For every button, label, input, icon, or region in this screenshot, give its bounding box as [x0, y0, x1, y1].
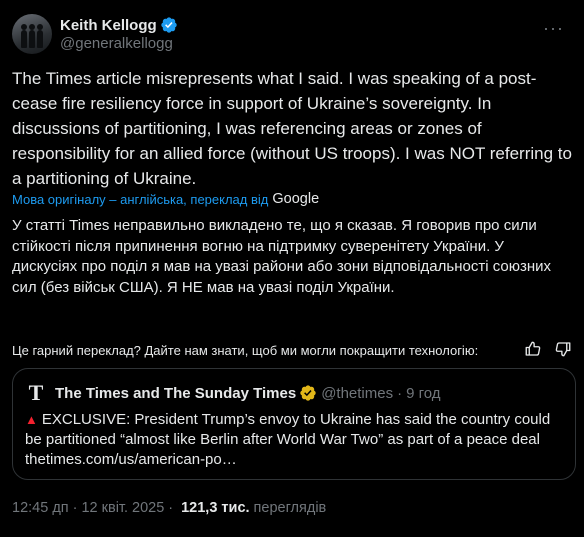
- verified-org-badge-icon: [300, 385, 316, 401]
- translated-text: У статті Times неправильно викладено те,…: [12, 217, 551, 296]
- translation-feedback: Це гарний переклад? Дайте нам знати, щоб…: [12, 341, 572, 359]
- quoted-tweet-text: ▲ EXCLUSIVE: President Trump’s envoy to U…: [25, 410, 565, 470]
- feedback-prompt: Це гарний переклад? Дайте нам знати, щоб…: [12, 342, 479, 358]
- quoted-tweet-header: T The Times and The Sunday Times @thetim…: [25, 380, 441, 405]
- tweet-text: The Times article misrepresents what I s…: [12, 69, 572, 188]
- separator-dot: ·: [397, 384, 403, 402]
- tweet-meta: 12:45 дп · 12 квіт. 2025 · 121,3 тис. пе…: [12, 500, 326, 516]
- more-horizontal-icon[interactable]: ···: [543, 18, 564, 39]
- verified-badge-icon: [160, 17, 177, 33]
- google-logo: Google: [272, 191, 320, 207]
- tweet-time[interactable]: 12:45 дп: [12, 500, 69, 516]
- avatar[interactable]: [12, 14, 52, 54]
- quoted-tweet-time[interactable]: 9 год: [406, 385, 440, 402]
- red-triangle-icon: ▲: [25, 412, 38, 427]
- author-display-name[interactable]: Keith Kellogg: [60, 17, 157, 34]
- the-times-logo-icon: T: [28, 380, 44, 405]
- quoted-tweet[interactable]: T The Times and The Sunday Times @thetim…: [12, 368, 576, 480]
- quoted-tweet-body: EXCLUSIVE: President Trump’s envoy to Uk…: [25, 411, 551, 468]
- separator-dot: ·: [168, 500, 174, 516]
- tweet-date[interactable]: 12 квіт. 2025: [81, 500, 164, 516]
- author-handle[interactable]: @generalkellogg: [60, 35, 178, 52]
- thumbs-down-icon[interactable]: [554, 340, 572, 358]
- separator-dot: ·: [72, 500, 78, 516]
- translation-note[interactable]: Мова оригіналу – англійська, переклад ві…: [12, 191, 319, 207]
- views-count[interactable]: 121,3 тис.: [181, 500, 249, 516]
- quoted-author-name[interactable]: The Times and The Sunday Times: [55, 385, 296, 402]
- translation-note-text[interactable]: Мова оригіналу – англійська, переклад ві…: [12, 192, 268, 207]
- author-block: Keith Kellogg @generalkellogg: [60, 16, 178, 52]
- thumbs-up-icon[interactable]: [524, 340, 542, 358]
- tweet-header: Keith Kellogg @generalkellogg ···: [12, 12, 572, 56]
- quoted-author-handle[interactable]: @thetimes: [321, 385, 393, 402]
- views-label: переглядів: [253, 500, 327, 516]
